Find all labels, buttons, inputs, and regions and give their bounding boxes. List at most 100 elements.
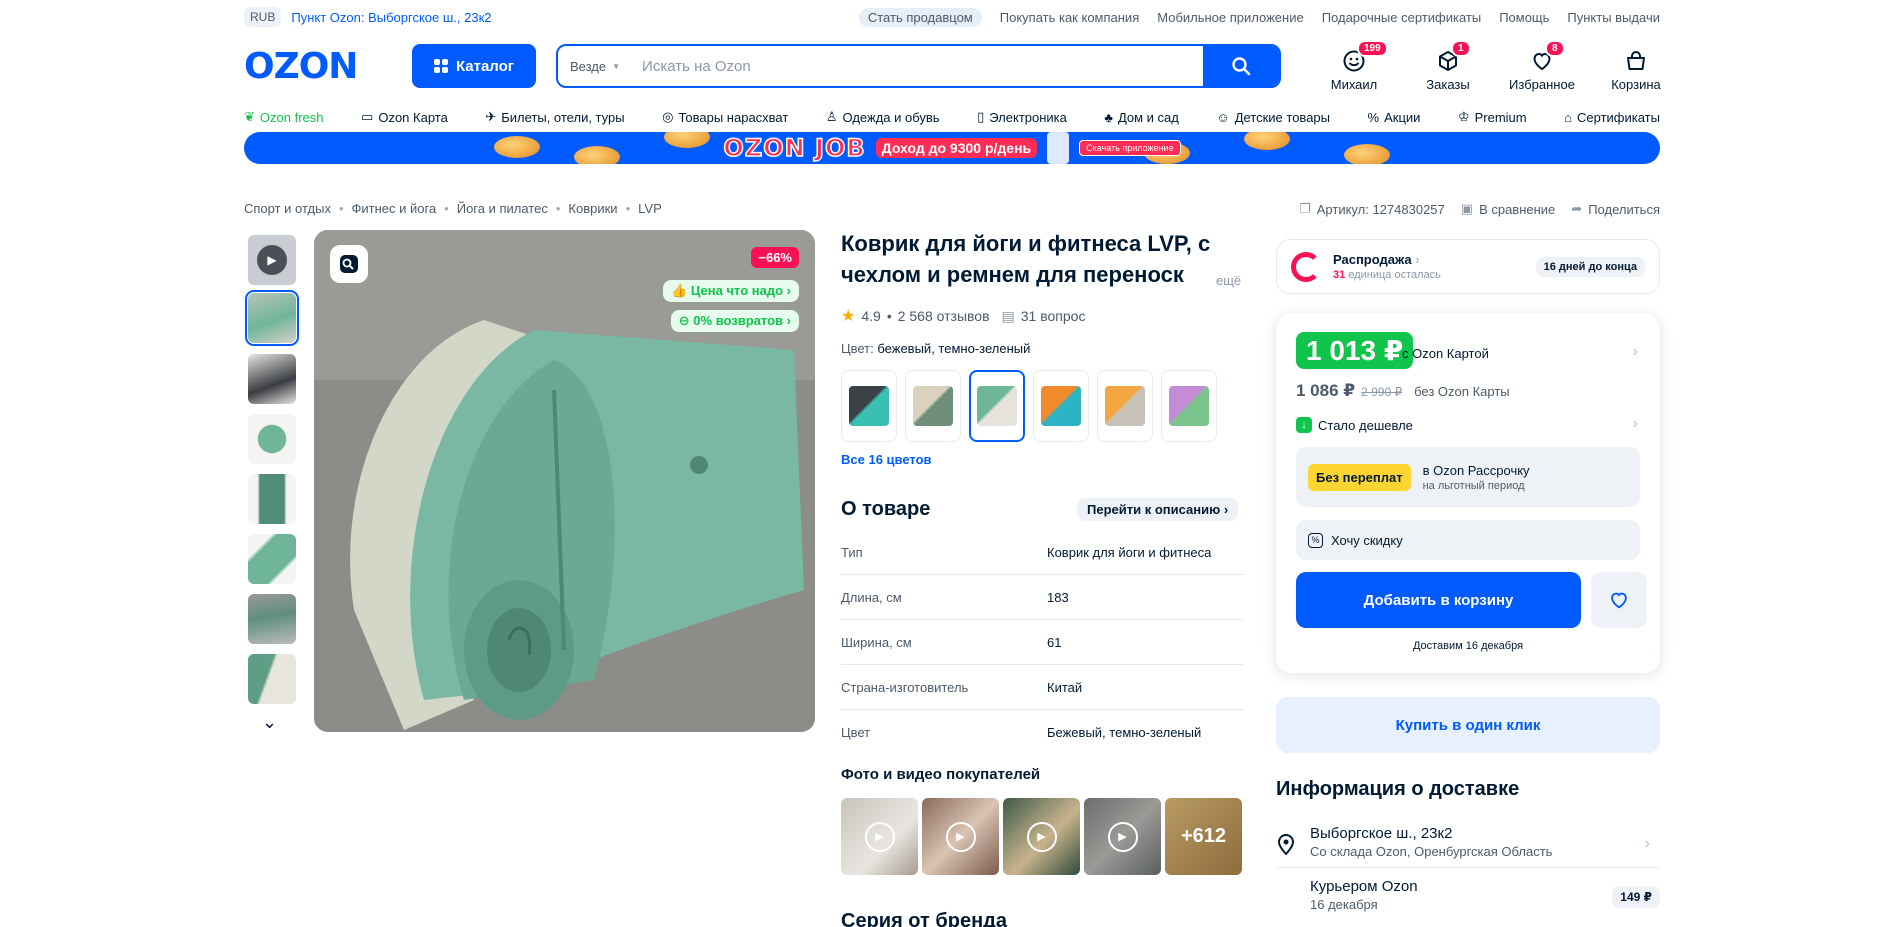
ozon-logo[interactable]: OZON [244,46,358,87]
nav-home-garden[interactable]: ♣ Дом и сад [1104,110,1178,125]
thumb-image[interactable] [248,414,296,464]
delivery-heading: Информация о доставке [1276,778,1520,800]
become-seller-link[interactable]: Стать продавцом [858,7,982,27]
top-bar: RUB Пункт Ozon: Выборгское ш., 23к2 Стат… [244,0,1660,34]
breadcrumb-separator: • [444,201,449,216]
nav-certificates[interactable]: ⌂ Сертификаты [1564,110,1660,125]
chevron-right-icon[interactable]: › [1633,343,1638,361]
brand-series-heading: Серия от бренда [841,910,1007,927]
search-input[interactable] [630,46,1203,86]
courier-delivery-row[interactable]: Курьером Ozon 16 декабря 149 ₽ [1276,878,1660,912]
help-link[interactable]: Помощь [1499,10,1549,25]
want-discount-button[interactable]: % Хочу скидку [1296,520,1640,560]
thumb-image[interactable] [248,354,296,404]
thumb-image[interactable] [248,534,296,584]
regular-price-row: 1 086 ₽ 2 990 ₽ без Ozon Карты [1296,381,1510,401]
color-swatch[interactable] [841,370,897,442]
add-to-favorites-button[interactable] [1591,572,1647,628]
thumb-image[interactable] [248,594,296,644]
spec-row: Тип Коврик для йоги и фитнеса [841,530,1244,575]
sale-stock-text: единица осталась [1348,269,1441,281]
product-main-image[interactable]: −66% 👍 Цена что надо › ⊖ 0% возвратов › [314,230,815,732]
buy-as-company-link[interactable]: Покупать как компания [1000,10,1139,25]
image-search-button[interactable] [330,245,368,283]
currency-selector[interactable]: RUB [244,7,282,27]
breadcrumb-item[interactable]: Коврики [568,201,617,216]
breadcrumb-item[interactable]: Йога и пилатес [457,201,548,216]
cart-button[interactable]: Корзина [1601,44,1671,92]
thumb-image[interactable] [248,474,296,524]
nav-ozon-fresh[interactable]: ❦ Ozon fresh [244,109,324,125]
nav-electronics[interactable]: ▯ Электроника [977,109,1067,125]
customer-video[interactable]: ▶ [1003,798,1080,875]
profile-button[interactable]: 199 Михаил [1319,40,1389,92]
orders-badge: 1 [1451,40,1471,57]
thumb-video[interactable]: ▶ [248,235,296,285]
color-swatch[interactable] [1161,370,1217,442]
add-to-cart-button[interactable]: Добавить в корзину [1296,572,1581,628]
search-button[interactable] [1203,46,1279,86]
thumb-image[interactable] [245,290,299,346]
promo-banner[interactable]: OZON JOB Доход до 9300 р/день Скачать пр… [244,132,1660,164]
share-button[interactable]: ➦ Поделиться [1571,201,1660,217]
chevron-down-icon[interactable]: ⌄ [262,712,277,733]
thumb-image[interactable] [248,654,296,704]
chevron-right-icon: › [1223,502,1229,517]
sale-title-text: Распродажа [1333,252,1412,267]
nav-tickets[interactable]: ✈ Билеты, отели, туры [485,109,624,125]
banner-pill: Доход до 9300 р/день [875,138,1038,158]
favorites-button[interactable]: 8 Избранное [1507,40,1577,92]
nav-label: Ozon Карта [378,109,448,125]
all-colors-link[interactable]: Все 16 цветов [841,452,932,467]
catalog-button[interactable]: Каталог [412,44,536,88]
nav-promotions[interactable]: % Акции [1368,110,1421,125]
reviews-count[interactable]: 2 568 отзывов [898,308,990,324]
more-photos-tile[interactable]: +612 [1165,798,1242,875]
good-price-tag[interactable]: 👍 Цена что надо › [663,280,799,302]
compare-button[interactable]: ▣ В сравнение [1461,201,1556,217]
swatch-image [1041,386,1081,426]
pickup-point-link[interactable]: Пункт Ozon: Выборгское ш., 23к2 [291,10,491,25]
article-copy[interactable]: ❐ Артикул: 1274830257 [1299,201,1445,217]
color-swatch[interactable] [1097,370,1153,442]
color-swatch[interactable] [969,370,1025,442]
breadcrumb-item[interactable]: LVP [638,201,662,216]
nav-kids[interactable]: ☺ Детские товары [1216,110,1330,125]
pickup-address: Выборгское ш., 23к2 [1310,825,1453,842]
banner-download: Скачать приложение [1079,140,1181,156]
nav-clothing[interactable]: ♙ Одежда и обувь [826,109,940,125]
yoga-mat-illustration [314,230,815,732]
share-label: Поделиться [1588,201,1660,217]
installment-block[interactable]: Без переплат в Ozon Рассрочку на льготны… [1296,447,1640,507]
questions-count[interactable]: 31 вопрос [1021,308,1086,324]
gift-cards-link[interactable]: Подарочные сертификаты [1322,10,1481,25]
title-more-link[interactable]: ещё [1216,273,1241,288]
search-scope-label: Везде [570,58,607,74]
price-drop-row[interactable]: ↓ Стало дешевле [1296,417,1413,433]
color-swatch[interactable] [1033,370,1089,442]
breadcrumb-separator: • [555,201,561,216]
sale-card[interactable]: Распродажа › 31 единица осталась 16 дней… [1276,239,1660,294]
nav-hot-items[interactable]: ◎ Товары нарасхват [662,109,788,125]
rating-row[interactable]: ★ 4.9 • 2 568 отзывов ▤ 31 вопрос [841,306,1085,326]
color-swatch[interactable] [905,370,961,442]
go-to-description-button[interactable]: Перейти к описанию › [1077,498,1239,521]
mobile-app-link[interactable]: Мобильное приложение [1157,10,1303,25]
search-scope-select[interactable]: Везде ▼ [558,46,630,86]
customer-video[interactable]: ▶ [1084,798,1161,875]
breadcrumb-item[interactable]: Фитнес и йога [352,201,437,216]
nav-label: Premium [1474,109,1527,125]
buy-one-click-button[interactable]: Купить в один клик [1276,697,1660,753]
breadcrumb-item[interactable]: Спорт и отдых [244,201,331,216]
play-icon: ▶ [1026,821,1057,852]
pickup-delivery-row[interactable]: Выборгское ш., 23к2 Со склада Ozon, Орен… [1276,825,1660,868]
chevron-right-icon[interactable]: › [1633,415,1638,433]
nav-label: Детские товары [1234,109,1330,125]
returns-tag[interactable]: ⊖ 0% возвратов › [670,310,799,332]
pickup-points-link[interactable]: Пункты выдачи [1567,10,1660,25]
customer-video[interactable]: ▶ [841,798,918,875]
customer-video[interactable]: ▶ [922,798,999,875]
nav-ozon-card[interactable]: ▭ Ozon Карта [361,109,448,125]
nav-premium[interactable]: ♔ Premium [1458,109,1527,125]
orders-button[interactable]: 1 Заказы [1413,40,1483,92]
